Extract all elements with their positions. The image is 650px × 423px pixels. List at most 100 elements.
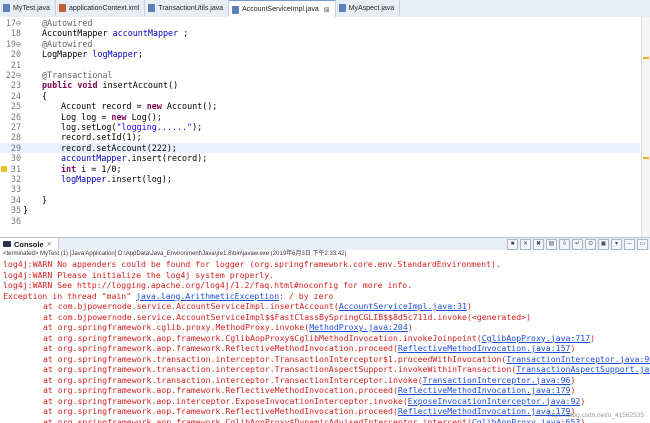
console-text: at org.springframework.aop.interceptor.E… [43, 395, 408, 406]
console-text: at org.springframework.transaction.inter… [43, 364, 517, 374]
overview-marker[interactable] [643, 157, 649, 159]
code-line[interactable]: 28 record.setId(1); [0, 132, 640, 142]
overview-ruler[interactable] [641, 17, 650, 237]
code-line[interactable]: 33 [0, 184, 640, 194]
console-text: ) [570, 385, 576, 395]
code-line[interactable]: 32 logMapper.insert(log); [0, 174, 640, 184]
line-number: 18 [10, 28, 21, 39]
remove-all-icon[interactable]: ✖ [533, 239, 544, 250]
line-number: 36 [10, 215, 21, 226]
stack-trace-link[interactable]: TransactionInterceptor.java:99 [506, 354, 650, 364]
code-line[interactable]: 20 LogMapper logMapper; [0, 49, 640, 59]
code-line[interactable]: 17⊖ @Autowired [0, 18, 640, 28]
code-text: } [42, 194, 48, 205]
console-line: log4j:WARN Please initialize the log4j s… [3, 269, 275, 280]
code-line[interactable]: 27 log.setLog("logging......"); [0, 122, 640, 132]
code-line[interactable]: 18 AccountMapper accountMapper ; [0, 28, 640, 38]
stack-trace-link[interactable]: TransactionInterceptor.java:96 [423, 375, 571, 385]
warning-icon[interactable] [1, 165, 7, 172]
line-number: 23 [10, 80, 21, 91]
console-line: at com.bjpowernode.service.AccountServic… [43, 312, 531, 323]
code-line[interactable]: 19⊖ @Autowired [0, 39, 640, 49]
display-selected-icon[interactable]: ▣ [598, 239, 609, 250]
stack-trace-link[interactable]: ReflectiveMethodInvocation.java:157 [398, 343, 571, 353]
console-line: log4j:WARN See http://logging.apache.org… [3, 280, 413, 290]
stack-trace-link[interactable]: CglibAopProxy.java:717 [482, 333, 590, 343]
console-line: at org.springframework.aop.framework.Ref… [43, 406, 575, 417]
tab-myaspect-java[interactable]: MyAspect.java [336, 0, 401, 16]
clear-icon[interactable]: ▤ [546, 239, 557, 250]
code-text: } [23, 205, 29, 216]
tab-label: applicationContext.xml [68, 4, 140, 12]
stop-icon[interactable]: ■ [507, 239, 518, 250]
line-number: 17⊖ [5, 18, 21, 28]
console-tab[interactable]: Console ✕ [0, 238, 59, 250]
code-line[interactable]: 26 Log log = new Log(); [0, 112, 640, 122]
xml-file-icon [58, 4, 66, 12]
code-text: log.setLog("logging......"); [61, 122, 203, 132]
stack-trace-link[interactable]: CglibAopProxy.java:653 [472, 417, 580, 423]
console-output[interactable]: https://blog.csdn.net/u_41562535 log4j:W… [0, 259, 650, 423]
code-line[interactable]: 35} [0, 205, 640, 215]
tab-mytest-java[interactable]: MyTest.java [0, 0, 56, 16]
code-line[interactable]: 22⊖ @Transactional [0, 70, 640, 80]
line-number: 19⊖ [5, 38, 21, 49]
code-line[interactable]: 25 Account record = new Account(); [0, 101, 640, 111]
console-text: at org.springframework.aop.framework.Ref… [43, 406, 398, 416]
tab-label: AccountServiceImpl.java [242, 6, 319, 13]
scroll-lock-icon[interactable]: ⇩ [559, 239, 570, 250]
code-line[interactable]: 30 accountMapper.insert(record); [0, 153, 640, 163]
tab-transactionutils-java[interactable]: TransactionUtils.java [145, 0, 230, 16]
pin-icon[interactable]: ⊙ [585, 239, 596, 250]
open-console-icon[interactable]: ▾ [611, 239, 622, 250]
tab-applicationcontext-xml[interactable]: applicationContext.xml [56, 0, 146, 16]
java-file-icon [3, 4, 10, 12]
code-text: public void insertAccount() [42, 80, 179, 91]
code-line[interactable]: 23 public void insertAccount() [0, 80, 640, 90]
console-text: at org.springframework.aop.framework.Ref… [43, 343, 398, 353]
code-editor[interactable]: 17⊖ @Autowired 18 AccountMapper accountMapp… [0, 17, 650, 237]
console-text: ) [580, 395, 586, 406]
code-line[interactable]: 36 [0, 216, 640, 226]
code-text: record.setId(1); [61, 132, 142, 143]
code-text: record.setAccount(222); [61, 142, 177, 153]
console-line: Exception in thread "main" java.lang.Ari… [3, 291, 333, 302]
code-line[interactable]: 34} [0, 195, 640, 205]
stack-trace-link[interactable]: AccountServiceImpl.java:31 [339, 301, 467, 311]
java-file-icon [338, 4, 346, 12]
line-number: 28 [10, 132, 21, 143]
tab-accountserviceimpl-java[interactable]: AccountServiceImpl.java ⊠ [229, 0, 336, 18]
stack-trace-link[interactable]: MethodProxy.java:204 [309, 322, 408, 332]
stack-trace-link[interactable]: ReflectiveMethodInvocation.java:179 [398, 385, 571, 395]
console-line: at org.springframework.cglib.proxy.Metho… [43, 322, 413, 333]
line-number: 25 [10, 101, 21, 112]
code-line[interactable]: 31 int i = 1/0; [0, 164, 640, 174]
console-text: at org.springframework.transaction.inter… [43, 353, 507, 364]
console-text: at org.springframework.aop.framework.Ref… [43, 385, 398, 395]
code-text: @Autowired [42, 18, 93, 28]
minimize-icon[interactable]: ─ [624, 239, 635, 250]
close-icon[interactable]: ✕ [47, 241, 52, 248]
line-number: 34 [10, 194, 21, 205]
code-line[interactable]: 21 [0, 60, 640, 70]
console-text: ) [570, 406, 576, 416]
line-number: 24 [10, 90, 21, 101]
console-text: : / by zero [279, 290, 334, 301]
code-line[interactable]: 29 record.setAccount(222); [0, 142, 640, 154]
word-wrap-icon[interactable]: ↵ [572, 239, 583, 250]
code-text: Log log = new Log(); [61, 111, 162, 122]
stack-trace-link[interactable]: ReflectiveMethodInvocation.java:179 [398, 406, 571, 416]
overview-marker[interactable] [643, 57, 649, 59]
console-text: ) [570, 374, 576, 385]
stack-trace-link[interactable]: java.lang.ArithmeticException [136, 291, 279, 301]
code-text: logMapper.insert(log); [61, 174, 172, 184]
line-number: 30 [10, 153, 21, 164]
code-line[interactable]: 24 { [0, 91, 640, 101]
tab-close-icon[interactable]: ⊠ [324, 6, 330, 14]
maximize-icon[interactable]: ▭ [637, 239, 648, 250]
stack-trace-link[interactable]: TransactionAspectSupport.java:26 [516, 364, 650, 374]
stack-trace-link[interactable]: ExposeInvocationInterceptor.java:92 [408, 396, 581, 406]
console-text: at org.springframework.aop.framework.Cgl… [43, 416, 472, 423]
console-line: at org.springframework.aop.framework.Ref… [43, 385, 575, 396]
remove-launch-icon[interactable]: ✕ [520, 239, 531, 250]
